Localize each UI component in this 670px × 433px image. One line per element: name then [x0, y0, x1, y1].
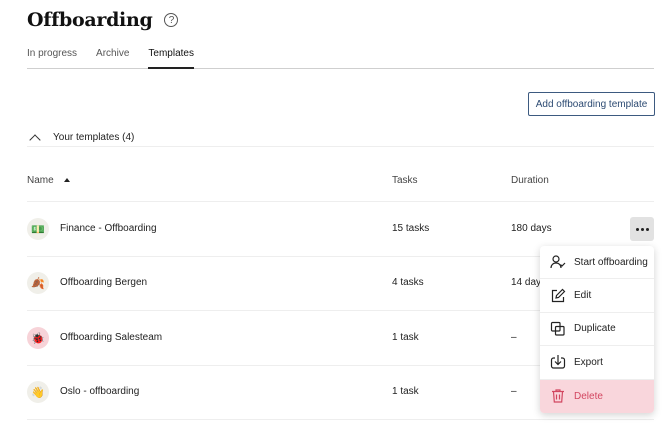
template-tasks: 4 tasks [392, 277, 424, 288]
column-name-label: Name [27, 175, 54, 186]
menu-item-label: Delete [574, 390, 603, 402]
template-duration: 180 days [511, 223, 552, 234]
menu-item-label: Start offboarding [574, 256, 648, 268]
template-emoji-icon: 🍂 [27, 272, 49, 294]
trash-icon [550, 388, 566, 404]
menu-item-start-offboarding[interactable]: Start offboarding [540, 246, 654, 280]
menu-item-label: Duplicate [574, 323, 616, 335]
template-emoji-icon: 🐞 [27, 327, 49, 349]
template-duration: – [511, 386, 517, 397]
menu-item-edit[interactable]: Edit [540, 279, 654, 313]
column-header-duration: Duration [511, 175, 549, 186]
section-label: Your templates (4) [53, 132, 135, 143]
add-offboarding-template-button[interactable]: Add offboarding template [528, 92, 655, 116]
menu-item-duplicate[interactable]: Duplicate [540, 313, 654, 347]
tab-templates[interactable]: Templates [148, 48, 194, 69]
more-icon-dot [635, 227, 639, 231]
column-header-name[interactable]: Name [27, 175, 70, 186]
sort-ascending-icon[interactable] [63, 178, 70, 183]
help-icon[interactable]: ? [164, 13, 179, 27]
template-tasks: 15 tasks [392, 223, 430, 234]
more-icon-dot [645, 227, 649, 231]
templates-section-header[interactable]: Your templates (4) [27, 129, 654, 147]
menu-item-label: Export [574, 356, 603, 368]
page-header: Offboarding ? [27, 6, 179, 34]
template-name: Offboarding Salesteam [60, 332, 163, 343]
tab-in-progress[interactable]: In progress [27, 48, 77, 68]
chevron-up-icon[interactable] [29, 133, 41, 146]
duplicate-icon [550, 321, 566, 337]
row-actions-button[interactable] [630, 217, 654, 241]
tab-bar: In progress Archive Templates [27, 48, 654, 69]
template-emoji-icon: 💵 [27, 218, 49, 240]
edit-icon [550, 288, 566, 304]
row-context-menu: Start offboarding Edit Duplicate Export … [540, 246, 654, 413]
page-title: Offboarding [27, 9, 153, 31]
user-check-icon [550, 254, 566, 270]
table-header: Name Tasks Duration [27, 170, 654, 202]
menu-item-delete[interactable]: Delete [540, 379, 654, 413]
template-duration: – [511, 332, 517, 343]
template-name: Oslo - offboarding [60, 386, 140, 397]
tab-archive[interactable]: Archive [96, 48, 129, 68]
template-name: Offboarding Bergen [60, 277, 148, 288]
column-header-tasks: Tasks [392, 175, 418, 186]
more-icon-dot [640, 227, 644, 231]
template-tasks: 1 task [392, 386, 419, 397]
export-icon [550, 354, 566, 370]
template-name: Finance - Offboarding [60, 223, 157, 234]
menu-item-export[interactable]: Export [540, 346, 654, 380]
menu-item-label: Edit [574, 290, 592, 302]
template-tasks: 1 task [392, 332, 419, 343]
template-emoji-icon: 👋 [27, 381, 49, 403]
